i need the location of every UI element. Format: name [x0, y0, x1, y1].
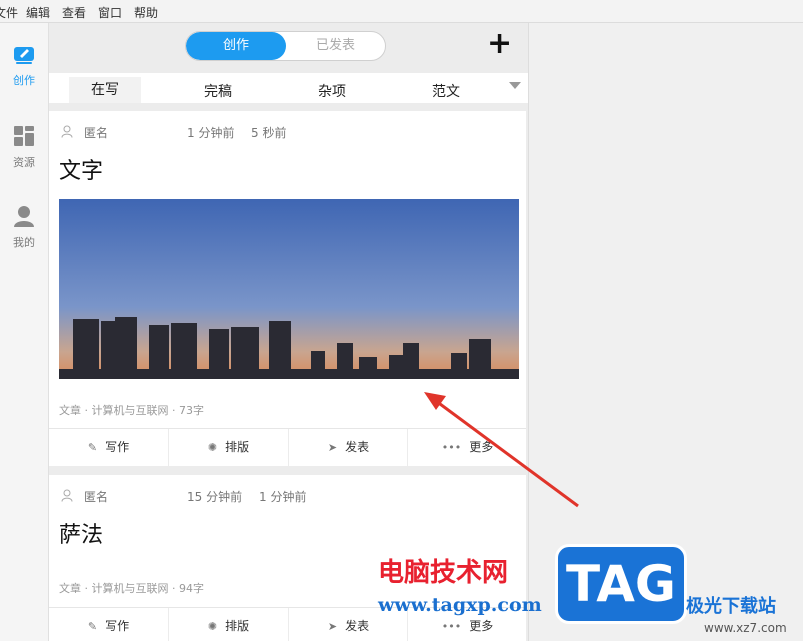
tag-logo: TAG — [555, 544, 687, 624]
site-url: www.xz7.com — [704, 621, 787, 635]
watermark-title: 电脑技术网 — [378, 558, 509, 588]
site-name: 极光下载站 — [686, 596, 776, 617]
watermark-url: www.tagxp.com — [378, 594, 542, 616]
annotation-arrow — [424, 392, 579, 508]
